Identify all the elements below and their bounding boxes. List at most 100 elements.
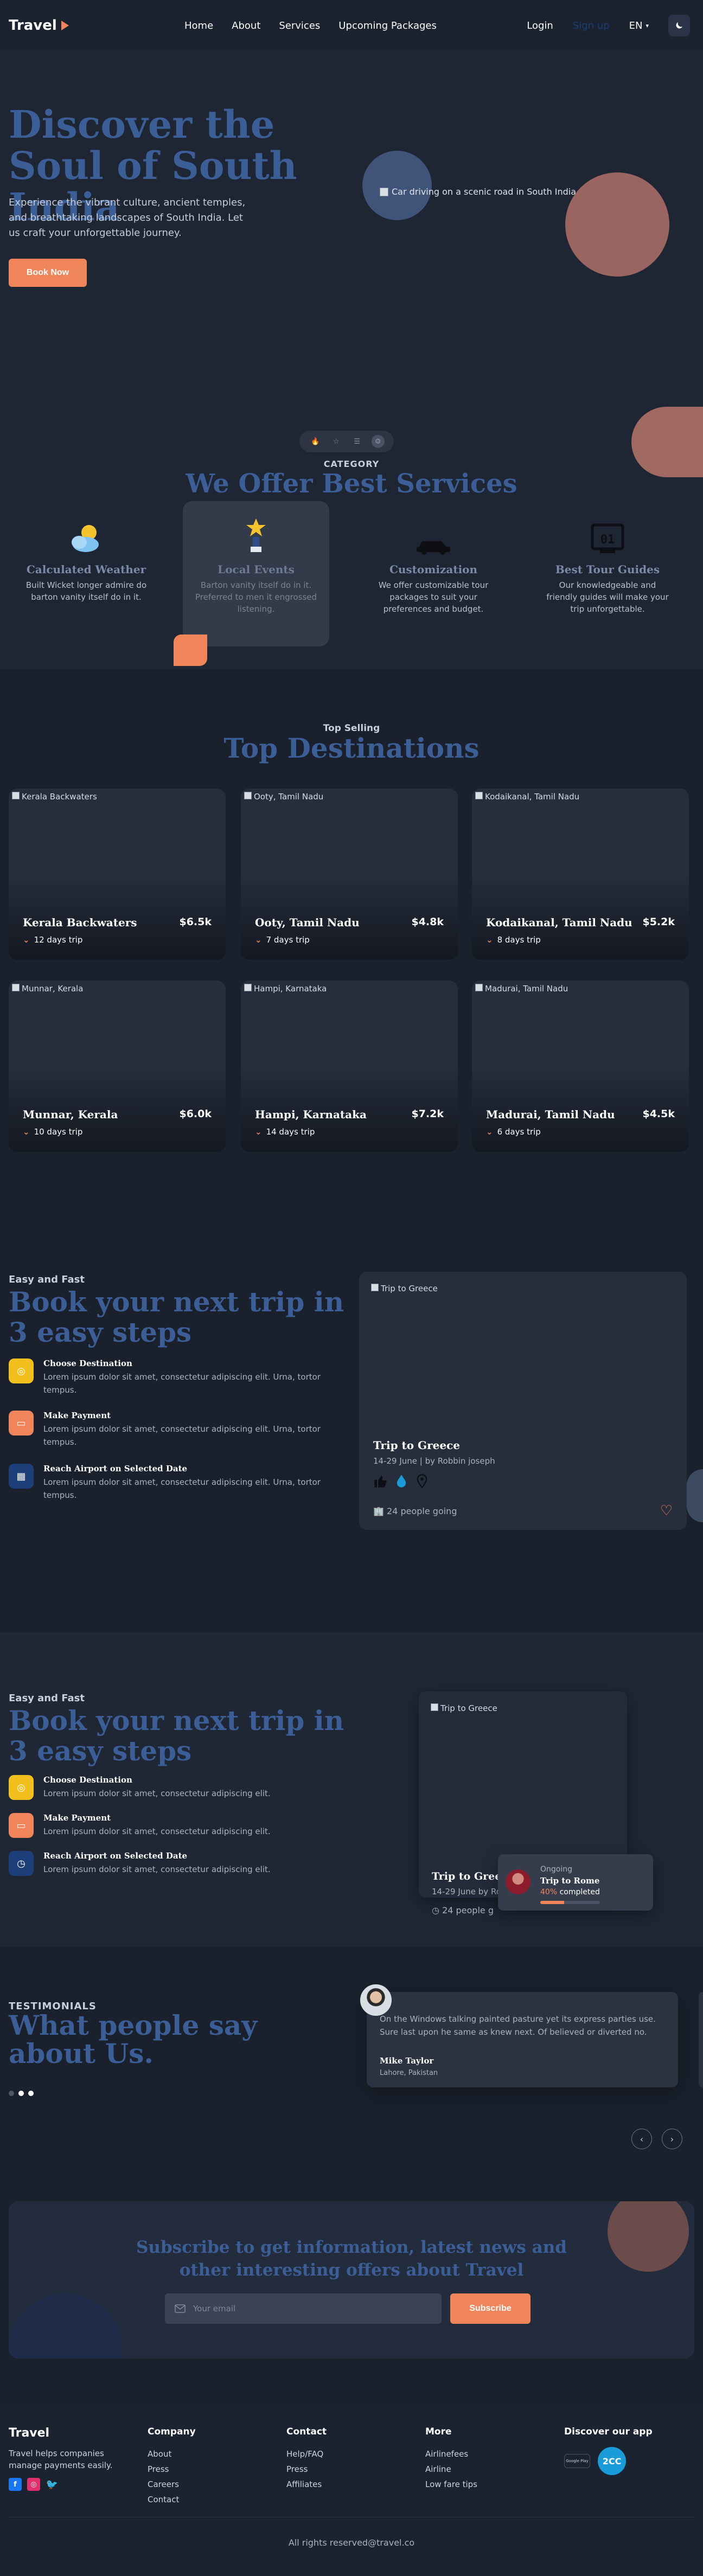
- settings-icon[interactable]: ⚙: [371, 435, 385, 448]
- footer-heading: Discover our app: [564, 2426, 653, 2437]
- service-text: Barton vanity itself do in it. Preferred…: [195, 580, 317, 614]
- footer-link[interactable]: Careers: [148, 2479, 196, 2489]
- destination-card[interactable]: Madurai, Tamil Nadu Madurai, Tamil Nadu …: [472, 981, 689, 1152]
- carousel-dot[interactable]: [28, 2091, 34, 2096]
- footer-link[interactable]: Affiliates: [286, 2479, 327, 2489]
- destination-card[interactable]: Hampi, Karnataka Hampi, Karnataka $7.2k …: [241, 981, 458, 1152]
- map-pin-icon[interactable]: [414, 1473, 430, 1489]
- services-title: We Offer Best Services: [186, 469, 517, 499]
- broken-image-icon: [244, 984, 252, 991]
- footer-heading: Contact: [286, 2426, 327, 2437]
- steps-title: Book your next trip in 3 easy steps: [9, 1286, 344, 1348]
- brand-logo[interactable]: Travel: [9, 17, 69, 34]
- theme-toggle-button[interactable]: [668, 15, 690, 36]
- destination-name: Ooty, Tamil Nadu: [255, 916, 360, 929]
- testimonial-location: Lahore, Pakistan: [380, 2069, 438, 2077]
- step-text: Lorem ipsum dolor sit amet, consectetur …: [43, 1864, 271, 1874]
- footer-logo[interactable]: Travel: [9, 2426, 128, 2440]
- subscribe-box: Subscribe to get information, latest new…: [9, 2201, 694, 2359]
- footer-tagline: Travel helps companies manage payments e…: [9, 2449, 113, 2470]
- subscribe-button[interactable]: Subscribe: [450, 2293, 531, 2324]
- chevron-icon: ⌄: [486, 935, 493, 945]
- image-alt-text: Hampi, Karnataka: [254, 984, 327, 994]
- email-field[interactable]: [165, 2293, 442, 2324]
- destination-card[interactable]: Ooty, Tamil Nadu Ooty, Tamil Nadu $4.8k …: [241, 789, 458, 960]
- destination-card[interactable]: Kodaikanal, Tamil Nadu Kodaikanal, Tamil…: [472, 789, 689, 960]
- facebook-icon[interactable]: f: [9, 2478, 22, 2491]
- service-card[interactable]: Local Events Barton vanity itself do in …: [183, 501, 329, 646]
- flame-icon[interactable]: 🔥: [309, 435, 322, 448]
- services-section: 🔥 ☆ ☰ ⚙ CATEGORY We Offer Best Services …: [0, 338, 703, 669]
- chevron-right-icon[interactable]: ›: [662, 2129, 682, 2149]
- service-card[interactable]: 01 Best Tour Guides Our knowledgeable an…: [534, 501, 681, 615]
- nav-link-packages[interactable]: Upcoming Packages: [338, 20, 437, 31]
- destination-image: Madurai, Tamil Nadu: [475, 984, 568, 994]
- nav-link-home[interactable]: Home: [184, 20, 213, 31]
- destinations-section: Top Selling Top Destinations Kerala Back…: [0, 669, 703, 1252]
- steps-label: Easy and Fast: [9, 1274, 85, 1285]
- signup-link[interactable]: Sign up: [573, 20, 610, 31]
- login-link[interactable]: Login: [527, 20, 553, 31]
- footer-link[interactable]: Contact: [148, 2495, 196, 2504]
- footer-link[interactable]: About: [148, 2449, 196, 2459]
- footer-link[interactable]: Help/FAQ: [286, 2449, 327, 2459]
- service-card[interactable]: Calculated Weather Built Wicket longer a…: [13, 501, 159, 603]
- thumbs-up-icon[interactable]: [373, 1473, 388, 1489]
- trip-card[interactable]: Trip to Greece Trip to Greece 14-29 June…: [359, 1272, 687, 1530]
- google-play-badge[interactable]: Google Play: [564, 2454, 590, 2468]
- destination-card[interactable]: Munnar, Kerala Munnar, Kerala $6.0k ⌄ 10 …: [9, 981, 226, 1152]
- broken-image-icon: [12, 984, 20, 991]
- chevron-left-icon[interactable]: ‹: [631, 2129, 652, 2149]
- avatar: [506, 1869, 531, 1894]
- instagram-icon[interactable]: ◎: [27, 2478, 40, 2491]
- service-title: Calculated Weather: [26, 563, 146, 576]
- footer-link[interactable]: Press: [286, 2464, 327, 2474]
- carousel-dot-active[interactable]: [18, 2091, 24, 2096]
- app-store-badge[interactable]: 2CC: [598, 2447, 626, 2475]
- destination-price: $4.5k: [642, 1108, 675, 1120]
- service-card[interactable]: Customization We offer customizable tour…: [360, 501, 507, 615]
- language-select[interactable]: EN ▾: [629, 20, 649, 31]
- trophy-icon: [183, 501, 329, 555]
- footer-link[interactable]: Low fare tips: [425, 2479, 477, 2489]
- destination-image: Hampi, Karnataka: [244, 984, 327, 994]
- heart-icon[interactable]: ♡: [660, 1503, 673, 1519]
- book-now-button[interactable]: Book Now: [9, 259, 87, 287]
- calendar-icon: ▦: [9, 1464, 34, 1489]
- destination-name: Munnar, Kerala: [23, 1108, 118, 1121]
- step-title: Make Payment: [43, 1411, 111, 1420]
- footer-link[interactable]: Press: [148, 2464, 196, 2474]
- destination-icon: ◎: [9, 1775, 34, 1800]
- nav-link-services[interactable]: Services: [279, 20, 320, 31]
- footer-link[interactable]: Airline: [425, 2464, 477, 2474]
- ongoing-trip-card[interactable]: Ongoing Trip to Rome 40% completed: [498, 1854, 653, 1911]
- water-drop-icon[interactable]: [394, 1473, 409, 1489]
- carousel-dot[interactable]: [9, 2091, 14, 2096]
- image-alt-text: Madurai, Tamil Nadu: [485, 984, 568, 994]
- step-title: Reach Airport on Selected Date: [43, 1851, 188, 1861]
- image-alt-text: Trip to Greece: [381, 1284, 438, 1293]
- star-icon[interactable]: ☆: [330, 435, 343, 448]
- trip-action-icons: [373, 1473, 430, 1489]
- nav-link-about[interactable]: About: [232, 20, 260, 31]
- destination-duration: ⌄ 8 days trip: [486, 935, 541, 945]
- destination-name: Hampi, Karnataka: [255, 1108, 367, 1121]
- top-nav: Travel Home About Services Upcoming Pack…: [0, 0, 703, 51]
- step-title: Make Payment: [43, 1813, 111, 1823]
- destination-price: $4.8k: [411, 916, 444, 928]
- payment-icon: ▭: [9, 1411, 34, 1436]
- building-icon: 🏢: [373, 1506, 384, 1516]
- step-title: Choose Destination: [43, 1359, 132, 1368]
- icon-toolbar: 🔥 ☆ ☰ ⚙: [299, 431, 394, 452]
- footer-link[interactable]: Airlinefees: [425, 2449, 477, 2459]
- testimonial-name: Mike Taylor: [380, 2056, 434, 2066]
- destination-duration: ⌄ 6 days trip: [486, 1127, 541, 1137]
- brand-arrow-icon: [61, 21, 69, 30]
- email-input[interactable]: [193, 2304, 399, 2314]
- step-title: Choose Destination: [43, 1775, 132, 1785]
- destination-price: $7.2k: [411, 1108, 444, 1120]
- menu-icon[interactable]: ☰: [350, 435, 363, 448]
- twitter-icon[interactable]: 🐦: [46, 2478, 59, 2491]
- destination-name: Kerala Backwaters: [23, 916, 137, 929]
- destination-card[interactable]: Kerala Backwaters Kerala Backwaters $6.5…: [9, 789, 226, 960]
